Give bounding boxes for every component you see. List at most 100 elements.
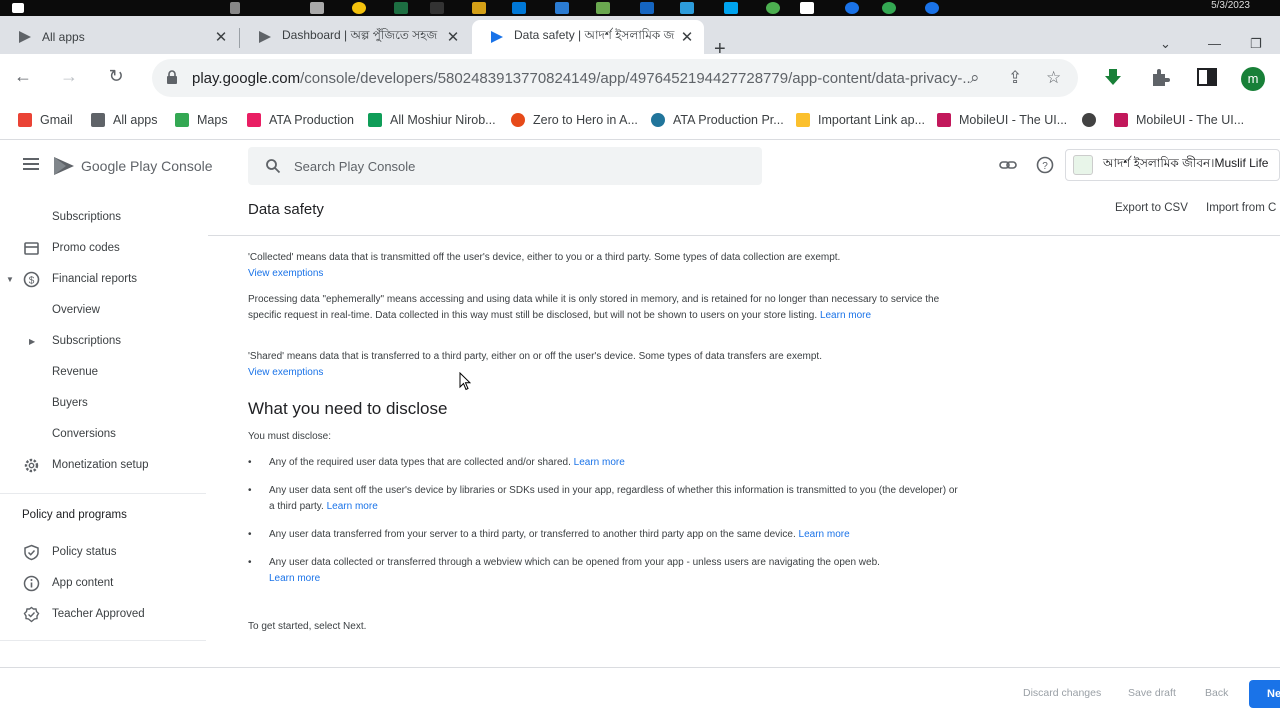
bookmark-item[interactable]: MobileUI - The UI... — [937, 113, 1067, 127]
sidebar-item-app-content[interactable]: App content — [0, 570, 208, 596]
discard-changes-button[interactable]: Discard changes — [1023, 687, 1101, 699]
taskbar-app-icon[interactable] — [766, 2, 780, 14]
learn-more-link[interactable]: Learn more — [574, 457, 625, 468]
learn-more-link[interactable]: Learn more — [799, 529, 850, 540]
learn-more-link[interactable]: Learn more — [327, 501, 378, 512]
search-box[interactable] — [248, 147, 762, 185]
share-icon[interactable]: ⇪ — [1008, 68, 1022, 88]
sidebar-item-revenue[interactable]: Revenue — [0, 359, 208, 385]
minimize-icon[interactable]: — — [1208, 36, 1221, 51]
bookmark-label: Maps — [197, 113, 228, 127]
close-icon[interactable]: ✕ — [678, 28, 696, 46]
bookmark-item[interactable]: All Moshiur Nirob... — [368, 113, 496, 127]
sidebar-item-subscriptions[interactable]: Subscriptions — [0, 204, 208, 230]
export-csv-button[interactable]: Export to CSV — [1115, 202, 1188, 214]
svg-text:?: ? — [1042, 161, 1048, 172]
taskbar-app-icon[interactable] — [310, 2, 324, 14]
bookmark-item[interactable]: Important Link ap... — [796, 113, 925, 127]
taskbar-app-icon[interactable] — [394, 2, 408, 14]
mobileui-icon — [937, 113, 951, 127]
profile-avatar[interactable]: m — [1241, 67, 1265, 91]
bookmark-item[interactable]: Maps — [175, 113, 228, 127]
zoom-icon[interactable]: ⌕ — [970, 68, 980, 88]
search-icon — [266, 159, 281, 174]
restore-icon[interactable]: ❐ — [1250, 36, 1262, 52]
sidebar-item-teacher-approved[interactable]: Teacher Approved — [0, 601, 208, 627]
browser-tab[interactable]: All apps ✕ — [0, 20, 238, 54]
address-bar[interactable]: play.google.com/console/developers/58024… — [152, 59, 1078, 97]
taskbar-app-icon[interactable] — [596, 2, 610, 14]
browser-tab[interactable]: Dashboard | অল্প পুঁজিতে সহজ ✕ — [240, 20, 470, 54]
link-icon[interactable] — [999, 156, 1017, 174]
sidebar-item-overview[interactable]: Overview — [0, 297, 208, 323]
taskbar-app-icon[interactable] — [640, 2, 654, 14]
taskbar-app-icon[interactable] — [845, 2, 859, 14]
taskbar-app-icon[interactable] — [230, 2, 240, 14]
bookmark-item[interactable]: All apps — [91, 113, 157, 127]
taskbar-app-icon[interactable] — [472, 2, 486, 14]
back-arrow-icon[interactable]: ← — [12, 66, 34, 87]
taskbar-app-icon[interactable] — [925, 2, 939, 14]
sidebar-item-subscriptions-reports[interactable]: ▶ Subscriptions — [0, 328, 208, 354]
bookmark-item[interactable]: ATA Production Pr... — [651, 113, 784, 127]
learn-more-link[interactable]: Learn more — [269, 573, 320, 584]
learn-more-link[interactable]: Learn more — [820, 310, 871, 321]
taskbar-app-icon[interactable] — [352, 2, 366, 14]
view-exemptions-link[interactable]: View exemptions — [248, 268, 323, 279]
windows-icon[interactable] — [12, 3, 24, 13]
reload-icon[interactable]: ↻ — [105, 66, 127, 87]
sidebar-item-financial-reports[interactable]: ▼ $ Financial reports — [0, 266, 208, 292]
help-icon[interactable]: ? — [1036, 156, 1054, 174]
back-button[interactable]: Back — [1205, 687, 1228, 699]
taskbar-app-icon[interactable] — [512, 2, 526, 14]
download-icon[interactable] — [1102, 66, 1124, 88]
sidebar-item-policy-status[interactable]: Policy status — [0, 539, 208, 565]
sidebar-item-promo-codes[interactable]: Promo codes — [0, 235, 208, 261]
taskbar-app-icon[interactable] — [430, 2, 444, 14]
taskbar-app-icon[interactable] — [680, 2, 694, 14]
sidebar-item-buyers[interactable]: Buyers — [0, 390, 208, 416]
disclose-heading: What you need to disclose — [248, 399, 448, 418]
save-draft-button[interactable]: Save draft — [1128, 687, 1176, 699]
search-input[interactable] — [294, 156, 734, 176]
next-button[interactable]: Ne — [1249, 680, 1280, 708]
view-exemptions-link[interactable]: View exemptions — [248, 367, 323, 378]
play-console-icon — [259, 31, 271, 43]
side-panel-icon[interactable] — [1196, 66, 1218, 88]
mouse-cursor-icon — [459, 372, 471, 391]
bookmark-item[interactable]: Gmail — [18, 113, 73, 127]
play-console-icon — [19, 31, 31, 43]
close-icon[interactable]: ✕ — [212, 28, 230, 46]
screen: 5/3/2023 All apps ✕ Dashboard | অল্প পুঁ… — [0, 0, 1280, 720]
bookmark-item[interactable]: Zero to Hero in A... — [511, 113, 638, 127]
bookmark-star-icon[interactable]: ☆ — [1046, 68, 1061, 88]
menu-icon[interactable] — [23, 158, 39, 170]
taskbar-app-icon[interactable] — [724, 2, 738, 14]
shared-text: 'Shared' means data that is transferred … — [248, 351, 822, 362]
sidebar-item-conversions[interactable]: Conversions — [0, 421, 208, 447]
taskbar-app-icon[interactable] — [800, 2, 814, 14]
browser-toolbar: ← → ↻ play.google.com/console/developers… — [0, 54, 1280, 102]
bullet-dot: • — [248, 457, 252, 468]
bookmark-item[interactable]: MobileUI - The UI... — [1114, 113, 1244, 127]
gmail-icon — [18, 113, 32, 127]
bullet-dot: • — [248, 557, 252, 568]
import-button[interactable]: Import from C — [1206, 202, 1276, 214]
caret-right-icon[interactable]: ▶ — [29, 337, 35, 346]
bullet-dot: • — [248, 485, 252, 496]
app-selector[interactable]: আদর্শ ইসলামিক জীবন।Muslif Life — [1065, 149, 1280, 181]
caret-down-icon[interactable]: ▼ — [6, 275, 14, 284]
sidebar-item-label: Overview — [52, 304, 100, 316]
google-play-logo[interactable] — [52, 155, 76, 177]
taskbar-app-icon[interactable] — [555, 2, 569, 14]
footer-action-bar: Discard changes Save draft Back Ne — [0, 667, 1280, 720]
taskbar-app-icon[interactable] — [882, 2, 896, 14]
sidebar-item-monetization-setup[interactable]: Monetization setup — [0, 452, 208, 478]
bookmark-item[interactable] — [1082, 113, 1104, 127]
close-icon[interactable]: ✕ — [444, 28, 462, 46]
browser-tab-active[interactable]: Data safety | আদর্শ ইসলামিক জ ✕ — [472, 20, 704, 54]
tab-search-icon[interactable]: ⌄ — [1160, 36, 1171, 52]
forward-arrow-icon[interactable]: → — [58, 66, 80, 87]
bookmark-item[interactable]: ATA Production — [247, 113, 354, 127]
extensions-puzzle-icon[interactable] — [1149, 66, 1171, 88]
